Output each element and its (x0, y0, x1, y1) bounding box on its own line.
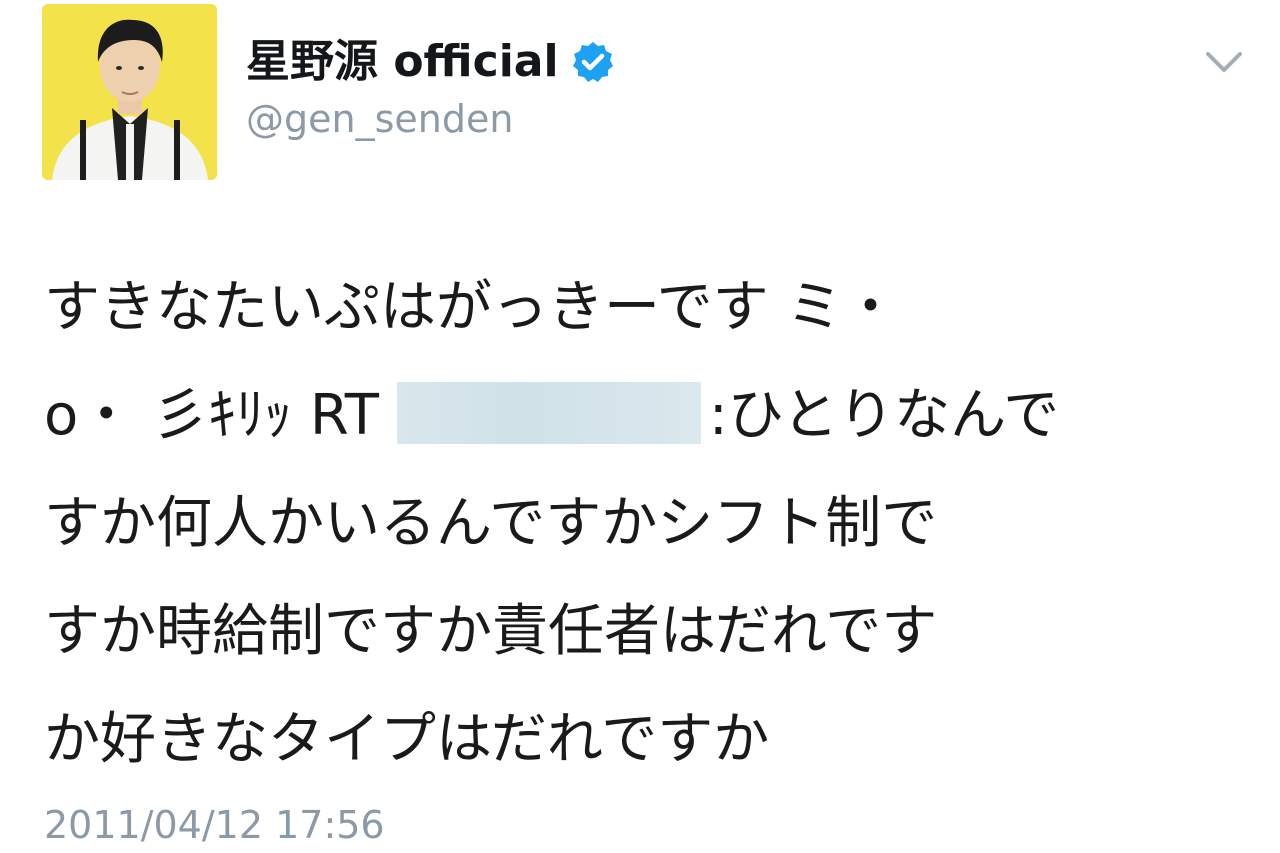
user-handle[interactable]: @gen_senden (246, 94, 513, 144)
tweet-line-with-redaction: o・ 彡ｷﾘｯ RT :ひとりなんで (44, 362, 1224, 470)
tweet-text: すきなたいぷはがっきーです ミ・ o・ 彡ｷﾘｯ RT :ひとりなんで すか何人か… (44, 254, 1224, 794)
tweet-line: か好きなタイプはだれですか (44, 707, 770, 772)
tweet-line: すか時給制ですか責任者はだれです (44, 599, 938, 664)
tweet-timestamp[interactable]: 2011/04/12 17:56 (44, 800, 385, 850)
display-name-text: 星野源 official (246, 36, 559, 87)
display-name[interactable]: 星野源 official (246, 34, 615, 90)
avatar[interactable] (42, 4, 217, 180)
tweet-line: すか何人かいるんですかシフト制で (44, 491, 938, 556)
verified-badge-icon (572, 42, 613, 82)
tweet-card: 星野源 official @gen_senden すきなたいぷはがっきーです ミ… (0, 0, 1280, 853)
chevron-down-icon[interactable] (1200, 44, 1248, 80)
tweet-line-part: o・ 彡ｷﾘｯ RT (44, 383, 379, 448)
tweet-line: すきなたいぷはがっきーです ミ・ (44, 275, 899, 340)
tweet-line-part: :ひとりなんで (708, 383, 1060, 448)
redacted-username (396, 382, 701, 444)
avatar-image (42, 4, 217, 180)
